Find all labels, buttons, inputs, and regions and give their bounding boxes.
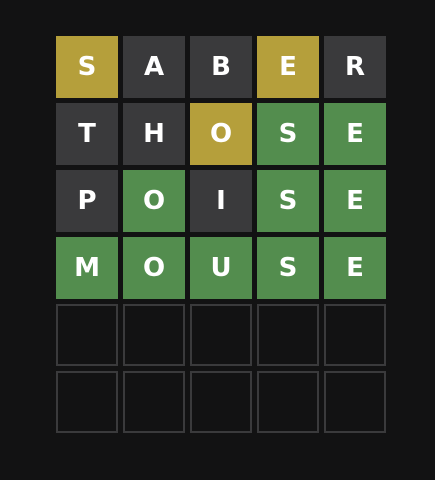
tile-present: E [257, 36, 319, 98]
tile-empty [56, 371, 118, 433]
tile-empty [123, 371, 185, 433]
tile-correct: S [257, 103, 319, 165]
tile-correct: U [190, 237, 252, 299]
tile-empty [190, 371, 252, 433]
tile-absent: T [56, 103, 118, 165]
tile-absent: P [56, 170, 118, 232]
tile-correct: E [324, 237, 386, 299]
tile-empty [123, 304, 185, 366]
tile-correct: O [123, 170, 185, 232]
tile-empty [257, 371, 319, 433]
tile-empty [324, 304, 386, 366]
tile-empty [257, 304, 319, 366]
tile-absent: A [123, 36, 185, 98]
tile-present: O [190, 103, 252, 165]
tile-empty [190, 304, 252, 366]
game-board: S A B E R T H O S E P O I S E M O U S E [56, 36, 386, 433]
tile-empty [56, 304, 118, 366]
tile-absent: R [324, 36, 386, 98]
tile-empty [324, 371, 386, 433]
tile-correct: E [324, 170, 386, 232]
tile-present: S [56, 36, 118, 98]
tile-correct: S [257, 237, 319, 299]
tile-absent: B [190, 36, 252, 98]
tile-correct: S [257, 170, 319, 232]
tile-absent: H [123, 103, 185, 165]
tile-correct: E [324, 103, 386, 165]
tile-absent: I [190, 170, 252, 232]
tile-correct: O [123, 237, 185, 299]
tile-correct: M [56, 237, 118, 299]
